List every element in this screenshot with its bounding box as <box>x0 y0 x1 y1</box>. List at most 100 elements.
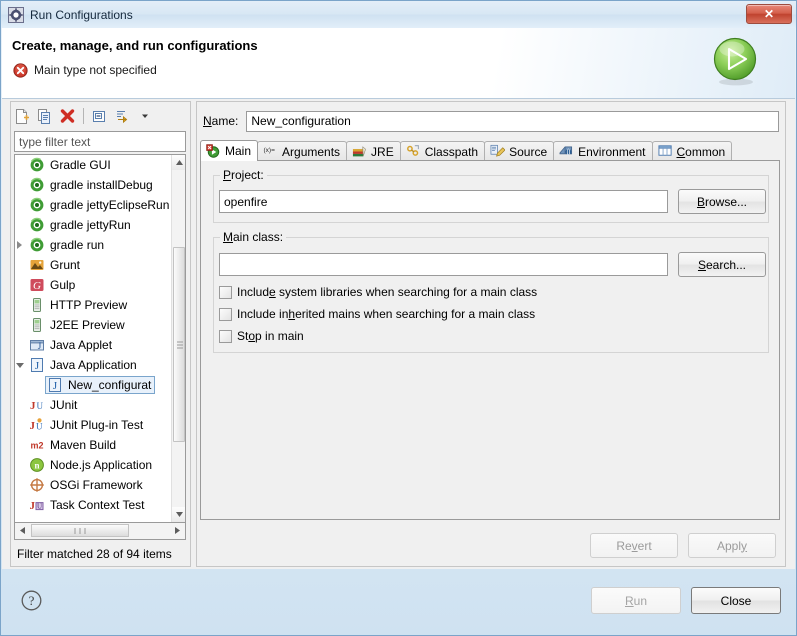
apply-button[interactable]: Apply <box>688 533 776 558</box>
revert-apply-row: Revert Apply <box>590 533 776 558</box>
include-inherited-mains-checkbox[interactable] <box>219 307 232 321</box>
tab-label: Environment <box>578 144 646 159</box>
close-button[interactable]: Close <box>691 587 781 614</box>
tree-item-content: J New_configurat <box>45 376 156 394</box>
configurations-toolbar <box>10 103 191 129</box>
tree-item-content: n Node.js Application <box>29 457 152 473</box>
revert-button[interactable]: Revert <box>590 533 678 558</box>
tree-item-content: J U Task Context Test <box>29 497 145 513</box>
svg-text:m2: m2 <box>30 441 43 451</box>
tree-item-junit[interactable]: J U JUnit <box>15 395 173 415</box>
tree-item-gulp[interactable]: G Gulp <box>15 275 173 295</box>
tab-label: Arguments <box>282 144 341 159</box>
gradle-icon <box>29 197 45 213</box>
tree-item-task-context-test[interactable]: J U Task Context Test <box>15 495 173 515</box>
scroll-right-icon[interactable] <box>170 523 185 538</box>
stop-in-main-row[interactable]: Stop in main <box>219 329 304 343</box>
junit-icon: JU <box>29 397 45 413</box>
svg-text:J: J <box>38 341 42 351</box>
tree-item-gradle-gui[interactable]: Gradle GUI <box>15 155 173 175</box>
tree-item-content: Gradle GUI <box>29 157 111 173</box>
tree-item-gradle-run[interactable]: gradle run <box>15 235 173 255</box>
gear-icon <box>8 6 24 23</box>
include-inherited-mains-row[interactable]: Include inherited mains when searching f… <box>219 307 535 321</box>
tab-arguments[interactable]: (x)= Arguments <box>257 141 348 161</box>
gradle-icon <box>29 177 45 193</box>
main-class-input[interactable] <box>219 253 668 276</box>
tree-item-content: m2 Maven Build <box>29 437 116 453</box>
tree-item-label: Node.js Application <box>50 458 153 472</box>
close-window-button[interactable]: ✕ <box>746 4 792 24</box>
gradle-icon <box>29 217 45 233</box>
main-tab-panel: Project: Browse... Main class: Search...… <box>200 160 780 520</box>
tab-label: JRE <box>371 144 394 159</box>
java-applet-icon: J <box>29 337 45 353</box>
filter-input[interactable] <box>14 131 186 152</box>
tree-vertical-scrollbar[interactable] <box>171 155 185 522</box>
svg-text:J: J <box>30 420 36 432</box>
tree-item-grunt[interactable]: Grunt <box>15 255 173 275</box>
stop-in-main-checkbox[interactable] <box>219 329 232 343</box>
scroll-left-icon[interactable] <box>15 523 30 538</box>
include-inherited-mains-label: Include inherited mains when searching f… <box>237 307 536 321</box>
tree-item-gradle-installdebug[interactable]: gradle installDebug <box>15 175 173 195</box>
name-row: Name: <box>203 110 779 132</box>
scroll-up-icon[interactable] <box>172 155 185 170</box>
tree-scrollbar-thumb[interactable] <box>173 247 185 442</box>
tab-environment[interactable]: Environment <box>553 141 653 161</box>
svg-text:?: ? <box>29 593 35 608</box>
tree-item-junit-plug-in-test[interactable]: J U JUnit Plug-in Test <box>15 415 173 435</box>
dialog-footer: ? Run Close <box>2 569 795 635</box>
scrollbar-grip-icon <box>73 527 88 534</box>
tree-item-label: New_configurat <box>68 378 152 392</box>
tab-main[interactable]: Main <box>200 140 259 161</box>
include-system-libraries-row[interactable]: Include system libraries when searching … <box>219 285 537 299</box>
tree-item-osgi-framework[interactable]: OSGi Framework <box>15 475 173 495</box>
copy-icon[interactable] <box>33 105 55 127</box>
filter-icon[interactable] <box>111 105 133 127</box>
tree-item-j2ee-preview[interactable]: J2EE Preview <box>15 315 173 335</box>
tree-item-label: OSGi Framework <box>50 478 143 492</box>
main-class-label: Main class: <box>220 230 287 244</box>
collapse-all-icon[interactable] <box>88 105 110 127</box>
configuration-name-input[interactable] <box>246 110 779 132</box>
chevron-down-icon[interactable] <box>134 105 156 127</box>
include-system-libraries-checkbox[interactable] <box>219 285 232 299</box>
tree-item-node-js-application[interactable]: n Node.js Application <box>15 455 173 475</box>
tree-horizontal-scrollbar[interactable] <box>14 523 186 540</box>
dialog-header: Create, manage, and run configurations M… <box>2 28 795 99</box>
tab-source[interactable]: Source <box>484 141 555 161</box>
tree-item-gradle-jettyeclipserun[interactable]: gradle jettyEclipseRun <box>15 195 173 215</box>
tab-common[interactable]: Common <box>651 141 733 161</box>
tree-item-maven-build[interactable]: m2 Maven Build <box>15 435 173 455</box>
browse-button[interactable]: Browse... <box>678 189 766 214</box>
tree-item-gradle-jettyrun[interactable]: gradle jettyRun <box>15 215 173 235</box>
new-document-icon[interactable] <box>10 105 32 127</box>
tree-item-label: JUnit Plug-in Test <box>50 418 144 432</box>
tree-item-content: gradle run <box>29 237 104 253</box>
help-question-icon[interactable]: ? <box>21 590 42 611</box>
tab-jre[interactable]: JRE <box>346 141 401 161</box>
tab-classpath[interactable]: Classpath <box>399 141 486 161</box>
scroll-down-icon[interactable] <box>172 507 185 522</box>
project-input[interactable] <box>219 190 668 213</box>
tree-item-content: Grunt <box>29 257 80 273</box>
junit-plugin-icon: JU <box>29 417 45 433</box>
tree-expand-arrow-open-icon[interactable] <box>16 363 24 368</box>
junit-task-icon: JU <box>29 497 45 513</box>
tree-item-label: gradle installDebug <box>50 178 153 192</box>
delete-x-icon[interactable] <box>56 105 78 127</box>
tree-hscrollbar-thumb[interactable] <box>31 524 129 537</box>
tree-item-new-configurat[interactable]: J New_configurat <box>15 375 173 395</box>
tree-expand-arrow-icon[interactable] <box>17 241 22 249</box>
nodejs-icon: n <box>29 457 45 473</box>
tree-item-java-applet[interactable]: J Java Applet <box>15 335 173 355</box>
search-button[interactable]: Search... <box>678 252 766 277</box>
error-icon <box>13 63 28 78</box>
tree-item-label: gradle jettyRun <box>50 218 131 232</box>
tree-scroll-content: Gradle GUI gradle installDebug gradle jett… <box>15 155 173 522</box>
window-title: Run Configurations <box>30 7 133 22</box>
run-button[interactable]: Run <box>591 587 681 614</box>
tree-item-http-preview[interactable]: HTTP Preview <box>15 295 173 315</box>
tree-item-java-application[interactable]: J Java Application <box>15 355 173 375</box>
